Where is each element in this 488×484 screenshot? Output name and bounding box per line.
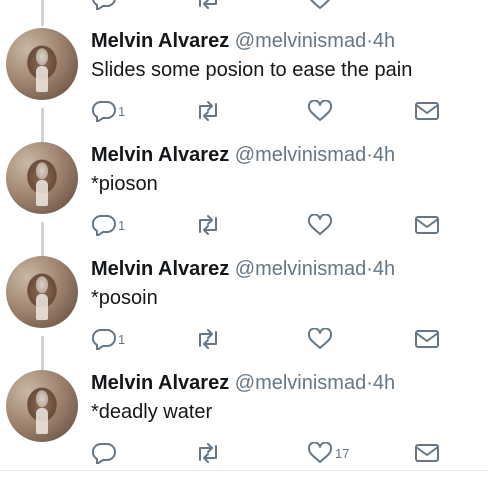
timestamp[interactable]: 4h [373, 258, 395, 280]
avatar[interactable] [6, 256, 78, 328]
like-icon [307, 100, 333, 121]
display-name[interactable]: Melvin Alvarez [91, 372, 229, 394]
display-name[interactable]: Melvin Alvarez [91, 30, 229, 52]
retweet-icon [199, 101, 217, 121]
like-count: 17 [335, 445, 350, 461]
tweet-actions: 1 [0, 100, 488, 128]
direct-message-button[interactable] [414, 328, 440, 350]
tweet-header: Melvin Alvarez @melvinismad·4h [91, 258, 395, 281]
retweet-button[interactable] [194, 442, 222, 464]
direct-message-button[interactable] [414, 442, 440, 464]
tweet[interactable]: Melvin Alvarez @melvinismad·4h Slides so… [0, 28, 488, 142]
reply-icon[interactable] [92, 0, 116, 10]
divider [0, 470, 488, 471]
username[interactable]: @melvinismad [235, 30, 366, 52]
tweet-text: *deadly water [91, 401, 213, 423]
tweet[interactable]: Melvin Alvarez @melvinismad·4h *pioson 1 [0, 142, 488, 256]
retweet-icon [199, 329, 217, 349]
avatar[interactable] [6, 28, 78, 100]
reply-icon [92, 100, 116, 122]
separator-dot: · [366, 144, 373, 166]
retweet-button[interactable] [194, 100, 222, 122]
tweet-header: Melvin Alvarez @melvinismad·4h [91, 144, 395, 167]
avatar[interactable] [6, 142, 78, 214]
username[interactable]: @melvinismad [235, 144, 366, 166]
direct-message-button[interactable] [414, 214, 440, 236]
username[interactable]: @melvinismad [235, 258, 366, 280]
retweet-icon [199, 215, 217, 235]
like-icon [307, 442, 333, 463]
tweet[interactable]: Melvin Alvarez @melvinismad·4h *posoin 1 [0, 256, 488, 370]
tweet-text: Slides some posion to ease the pain [91, 59, 413, 81]
reply-button[interactable]: 1 [92, 100, 125, 122]
retweet-icon [199, 443, 217, 463]
direct-message-button[interactable] [414, 100, 440, 122]
reply-count: 1 [118, 217, 126, 233]
separator-dot: · [366, 258, 373, 280]
username[interactable]: @melvinismad [235, 372, 366, 394]
like-button[interactable]: 17 [307, 442, 349, 464]
timestamp[interactable]: 4h [373, 30, 395, 52]
tweet-actions: 1 [0, 214, 488, 242]
separator-dot: · [366, 372, 373, 394]
retweet-icon[interactable] [194, 0, 222, 10]
tweet-actions: 17 [0, 442, 488, 470]
like-button[interactable] [307, 328, 335, 350]
timestamp[interactable]: 4h [373, 372, 395, 394]
reply-icon [92, 214, 116, 236]
direct-message-icon [415, 102, 439, 120]
like-button[interactable] [307, 214, 335, 236]
reply-icon [92, 328, 116, 350]
direct-message-icon [415, 216, 439, 234]
reply-count: 1 [118, 331, 126, 347]
tweet-text: *pioson [91, 173, 158, 195]
display-name[interactable]: Melvin Alvarez [91, 144, 229, 166]
like-icon [307, 328, 333, 349]
tweet[interactable]: Melvin Alvarez @melvinismad·4h *deadly w… [0, 370, 488, 484]
reply-button[interactable]: 1 [92, 214, 125, 236]
reply-icon [92, 442, 116, 464]
like-icon [307, 214, 333, 235]
timestamp[interactable]: 4h [373, 144, 395, 166]
previous-tweet-actions [0, 0, 488, 10]
retweet-button[interactable] [194, 214, 222, 236]
tweet-header: Melvin Alvarez @melvinismad·4h [91, 372, 395, 395]
reply-button[interactable]: 1 [92, 328, 125, 350]
avatar[interactable] [6, 370, 78, 442]
tweet-text: *posoin [91, 287, 158, 309]
like-button[interactable] [307, 100, 335, 122]
tweet-header: Melvin Alvarez @melvinismad·4h [91, 30, 395, 53]
separator-dot: · [366, 30, 373, 52]
tweet-actions: 1 [0, 328, 488, 356]
like-icon[interactable] [307, 0, 333, 10]
direct-message-icon [415, 330, 439, 348]
retweet-button[interactable] [194, 328, 222, 350]
reply-button[interactable] [92, 442, 118, 464]
display-name[interactable]: Melvin Alvarez [91, 258, 229, 280]
direct-message-icon [415, 444, 439, 462]
reply-count: 1 [118, 103, 126, 119]
